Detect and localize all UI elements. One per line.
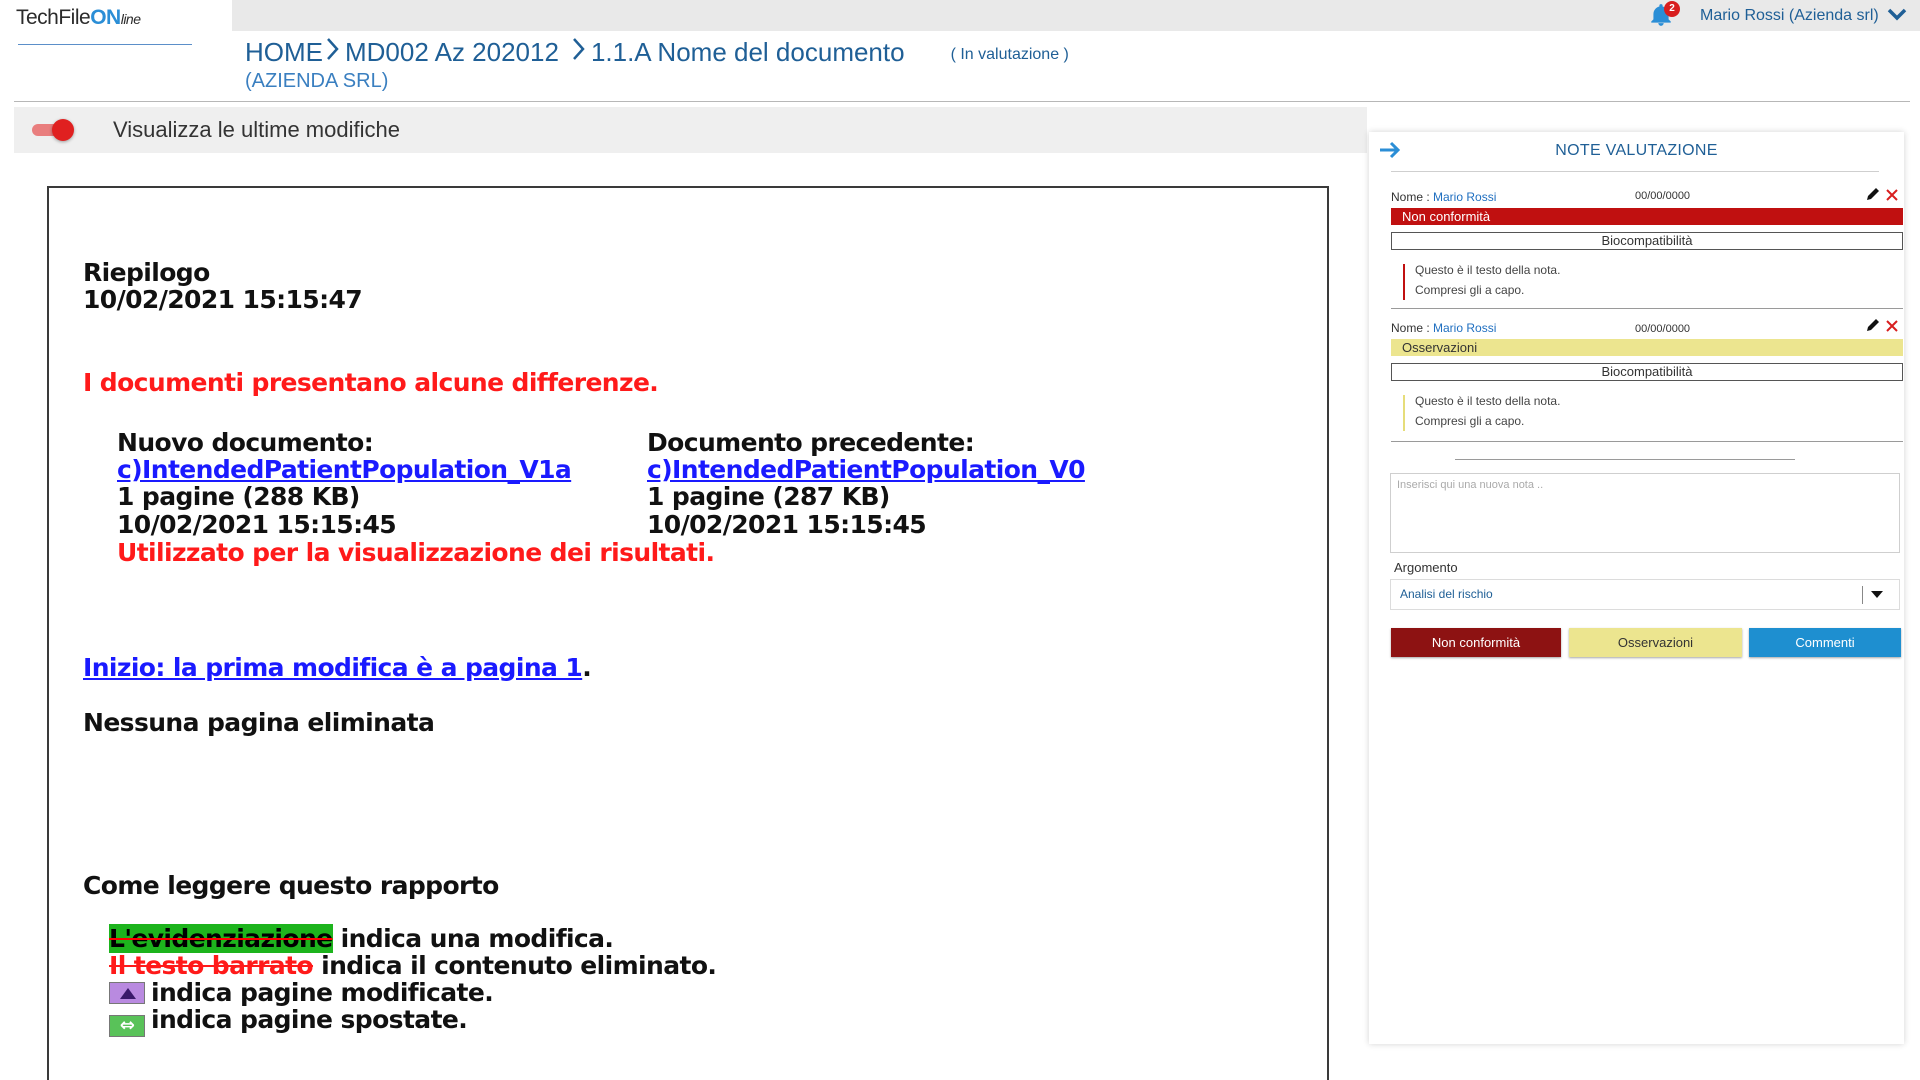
notes-panel: NOTE VALUTAZIONE Nome : Mario Rossi 00/0…: [1369, 132, 1904, 1044]
argument-label: Argomento: [1394, 560, 1458, 575]
highlight-desc: indica una modifica.: [332, 924, 614, 953]
new-doc-note: Utilizzato per la visualizzazione dei ri…: [117, 538, 715, 567]
modified-desc: indica pagine modificate.: [151, 978, 494, 1007]
new-note-divider: [1455, 459, 1795, 460]
argument-select[interactable]: Analisi del rischio: [1390, 579, 1900, 610]
note-date: 00/00/0000: [1635, 190, 1691, 202]
logo-on: ON: [90, 6, 121, 29]
breadcrumb-home[interactable]: HOME: [245, 37, 323, 68]
highlight-sample: L'evidenziazione: [109, 924, 333, 953]
app-logo[interactable]: TechFileONline: [16, 6, 141, 30]
select-divider: [1862, 586, 1863, 604]
note-author: Nome : Mario Rossi: [1391, 321, 1496, 335]
new-doc-link[interactable]: c)IntendedPatientPopulation_V1a: [117, 455, 572, 484]
note-text-line: Compresi gli a capo.: [1415, 414, 1525, 428]
note-accent-bar: [1403, 264, 1405, 300]
legend-strike: Il testo barrato indica il contenuto eli…: [109, 951, 717, 980]
start-dot: .: [582, 653, 592, 682]
strike-sample: Il testo barrato: [109, 951, 314, 980]
legend-modified: indica pagine modificate.: [109, 978, 494, 1007]
new-doc-date: 10/02/2021 15:15:45: [117, 510, 397, 539]
note-type-badge: Osservazioni: [1391, 339, 1903, 356]
logo-line: line: [120, 11, 141, 27]
notes-panel-title: NOTE VALUTAZIONE: [1555, 142, 1718, 159]
howto-title: Come leggere questo rapporto: [83, 871, 499, 900]
logo-underline: [18, 44, 192, 45]
legend-highlight: L'evidenziazione indica una modifica.: [109, 924, 614, 953]
note-text-line: Questo è il testo della nota.: [1415, 394, 1561, 408]
panel-divider: [1391, 171, 1879, 172]
note-divider: [1391, 441, 1903, 442]
toggle-label: Visualizza le ultime modifiche: [113, 117, 400, 142]
start-line: Inizio: la prima modifica è a pagina 1.: [83, 653, 592, 682]
pencil-icon[interactable]: [1865, 317, 1881, 333]
prev-doc-pages: 1 pagine (287 KB): [647, 482, 890, 511]
modified-pages-icon: [109, 982, 145, 1004]
note-date: 00/00/0000: [1635, 323, 1691, 335]
logo-main: TechFile: [16, 6, 91, 29]
note-header: Nome : Mario Rossi 00/00/0000: [1391, 187, 1903, 206]
breadcrumb-document[interactable]: 1.1.A Nome del documento: [591, 37, 905, 68]
note-topic: Biocompatibilità: [1391, 363, 1903, 381]
note-item: Nome : Mario Rossi 00/00/0000 Non confor…: [1391, 187, 1903, 312]
note-topic: Biocompatibilità: [1391, 232, 1903, 250]
user-menu[interactable]: Mario Rossi (Azienda srl): [1700, 4, 1907, 28]
note-divider: [1391, 308, 1903, 309]
note-type-badge: Non conformità: [1391, 208, 1903, 225]
note-item: Nome : Mario Rossi 00/00/0000 Osservazio…: [1391, 318, 1903, 443]
differences-message: I documenti presentano alcune differenze…: [83, 368, 659, 397]
company-name: (AZIENDA SRL): [245, 70, 389, 92]
new-doc-heading: Nuovo documento:: [117, 428, 374, 457]
prev-doc-heading: Documento precedente:: [647, 428, 975, 457]
first-change-link[interactable]: Inizio: la prima modifica è a pagina 1: [83, 653, 583, 682]
summary-title: Riepilogo: [83, 258, 210, 287]
note-text: Questo è il testo della nota. Compresi g…: [1403, 260, 1560, 300]
note-header: Nome : Mario Rossi 00/00/0000: [1391, 318, 1903, 337]
moved-desc: indica pagine spostate.: [151, 1005, 468, 1034]
legend-moved: ⇔ indica pagine spostate.: [109, 1005, 468, 1037]
pencil-icon[interactable]: [1865, 186, 1881, 202]
note-text-line: Questo è il testo della nota.: [1415, 263, 1561, 277]
add-non-conformity-button[interactable]: Non conformità: [1391, 628, 1561, 657]
document-viewer: Riepilogo 10/02/2021 15:15:47 I document…: [47, 186, 1329, 1080]
notification-badge: 2: [1664, 1, 1680, 17]
breadcrumb: HOME MD002 Az 202012 1.1.A Nome del docu…: [245, 36, 1069, 69]
user-name: Mario Rossi (Azienda srl): [1700, 7, 1879, 24]
note-text: Questo è il testo della nota. Compresi g…: [1403, 391, 1560, 431]
argument-selected-value: Analisi del rischio: [1400, 587, 1493, 601]
note-author-label: Nome :: [1391, 190, 1434, 204]
chevron-down-icon: [1887, 7, 1907, 26]
no-deleted-pages: Nessuna pagina eliminata: [83, 708, 435, 737]
note-author-name[interactable]: Mario Rossi: [1433, 190, 1496, 204]
changes-toggle-bar: Visualizza le ultime modifiche: [14, 107, 1367, 153]
close-icon[interactable]: [1884, 318, 1900, 334]
show-changes-toggle[interactable]: [32, 119, 74, 141]
note-text-line: Compresi gli a capo.: [1415, 283, 1525, 297]
note-author-name[interactable]: Mario Rossi: [1433, 321, 1496, 335]
close-icon[interactable]: [1884, 187, 1900, 203]
moved-pages-icon: ⇔: [109, 1015, 145, 1037]
prev-doc-date: 10/02/2021 15:15:45: [647, 510, 927, 539]
prev-doc-link[interactable]: c)IntendedPatientPopulation_V0: [647, 455, 1086, 484]
toggle-knob: [52, 119, 74, 141]
chevron-right-icon: [325, 36, 341, 69]
add-observation-button[interactable]: Osservazioni: [1569, 628, 1742, 657]
new-doc-pages: 1 pagine (288 KB): [117, 482, 360, 511]
add-comment-button[interactable]: Commenti: [1749, 628, 1901, 657]
breadcrumb-project[interactable]: MD002 Az 202012: [345, 37, 559, 68]
strike-desc: indica il contenuto eliminato.: [313, 951, 717, 980]
chevron-right-icon: [571, 36, 587, 69]
status-badge: ( In valutazione ): [950, 45, 1069, 63]
note-accent-bar: [1403, 395, 1405, 431]
header-divider: [14, 101, 1910, 102]
new-note-input[interactable]: [1390, 473, 1900, 553]
summary-date: 10/02/2021 15:15:47: [83, 285, 363, 314]
note-author: Nome : Mario Rossi: [1391, 190, 1496, 204]
note-author-label: Nome :: [1391, 321, 1434, 335]
caret-down-icon: [1871, 591, 1883, 598]
